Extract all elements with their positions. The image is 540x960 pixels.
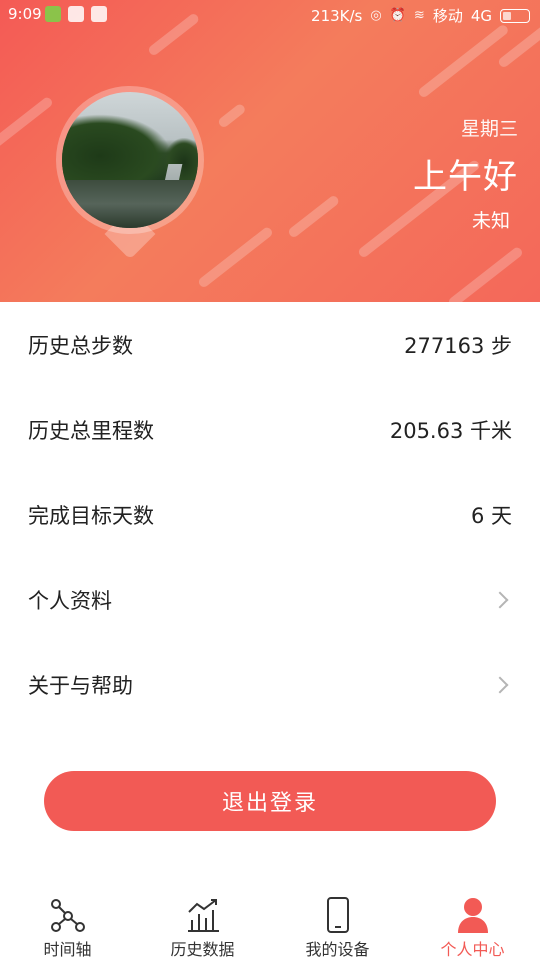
stat-row-total-distance: 历史总里程数 205.63 千米 bbox=[0, 387, 540, 472]
nav-tab-label: 历史数据 bbox=[170, 940, 235, 959]
battery-icon bbox=[500, 8, 530, 23]
decor-streak bbox=[286, 194, 341, 239]
chart-icon bbox=[187, 899, 219, 932]
nav-tab-label: 时间轴 bbox=[43, 940, 92, 959]
profile-header: 9:09 213K/s ◎ ⏰ ≋ 移动 4G 星期三 上午好 未知 bbox=[0, 0, 540, 302]
stat-label: 历史总里程数 bbox=[28, 418, 154, 443]
nav-tab-timeline[interactable]: 时间轴 bbox=[0, 892, 135, 960]
timeline-icon bbox=[50, 899, 85, 932]
status-time: 9:09 bbox=[8, 5, 42, 23]
status-right: 213K/s ◎ ⏰ ≋ 移动 4G bbox=[311, 5, 530, 26]
status-bar: 9:09 213K/s ◎ ⏰ ≋ 移动 4G bbox=[0, 0, 540, 30]
alarm-icon: ⏰ bbox=[389, 8, 406, 23]
avatar-pin[interactable] bbox=[56, 86, 204, 260]
network-type: 4G bbox=[470, 6, 492, 25]
avatar-image-trees bbox=[62, 114, 172, 184]
stat-label: 历史总步数 bbox=[28, 333, 133, 358]
stat-value: 277163 步 bbox=[404, 333, 512, 358]
nav-tab-devices[interactable]: 我的设备 bbox=[270, 892, 405, 960]
notification-icons bbox=[45, 6, 107, 22]
decor-streak bbox=[196, 225, 274, 289]
nav-tab-profile[interactable]: 个人中心 bbox=[405, 892, 540, 960]
carrier-label: 移动 bbox=[432, 7, 463, 25]
menu-item-label: 关于与帮助 bbox=[28, 673, 133, 698]
stat-label: 完成目标天数 bbox=[28, 503, 154, 528]
menu-item-label: 个人资料 bbox=[28, 588, 112, 613]
profile-list: 历史总步数 277163 步 历史总里程数 205.63 千米 完成目标天数 6… bbox=[0, 302, 540, 727]
nav-tab-history[interactable]: 历史数据 bbox=[135, 892, 270, 960]
weather-label: 未知 bbox=[471, 210, 510, 232]
sync-icon: ◎ bbox=[370, 8, 382, 23]
menu-item-about-help[interactable]: 关于与帮助 bbox=[0, 642, 540, 727]
bottom-nav: 时间轴 历史数据 我的设备 个人中心 bbox=[0, 892, 540, 960]
app-notification-icon bbox=[91, 6, 107, 22]
weekday-label: 星期三 bbox=[460, 118, 518, 140]
avatar-image-water bbox=[62, 180, 198, 228]
menu-item-profile[interactable]: 个人资料 bbox=[0, 557, 540, 642]
app-notification-icon bbox=[68, 6, 84, 22]
phone-icon bbox=[326, 897, 349, 933]
network-speed: 213K/s bbox=[311, 6, 363, 25]
stat-row-goal-days: 完成目标天数 6 天 bbox=[0, 472, 540, 557]
stat-row-total-steps: 历史总步数 277163 步 bbox=[0, 302, 540, 387]
greeting-block: 星期三 上午好 未知 bbox=[413, 114, 518, 233]
nav-tab-label: 我的设备 bbox=[305, 940, 370, 959]
person-icon bbox=[457, 898, 488, 933]
chevron-right-icon bbox=[491, 591, 509, 608]
decor-streak bbox=[0, 95, 54, 159]
stat-value: 205.63 千米 bbox=[389, 418, 512, 443]
wifi-icon: ≋ bbox=[413, 8, 425, 23]
decor-streak bbox=[216, 102, 247, 129]
avatar[interactable] bbox=[62, 92, 198, 228]
stat-value: 6 天 bbox=[470, 503, 512, 528]
logout-button[interactable]: 退出登录 bbox=[44, 771, 496, 831]
nav-tab-label: 个人中心 bbox=[440, 940, 505, 959]
greeting-label: 上午好 bbox=[413, 157, 518, 197]
chevron-right-icon bbox=[491, 676, 509, 693]
decor-streak bbox=[446, 245, 524, 302]
decor-streak bbox=[416, 23, 510, 99]
app-notification-icon bbox=[45, 6, 61, 22]
